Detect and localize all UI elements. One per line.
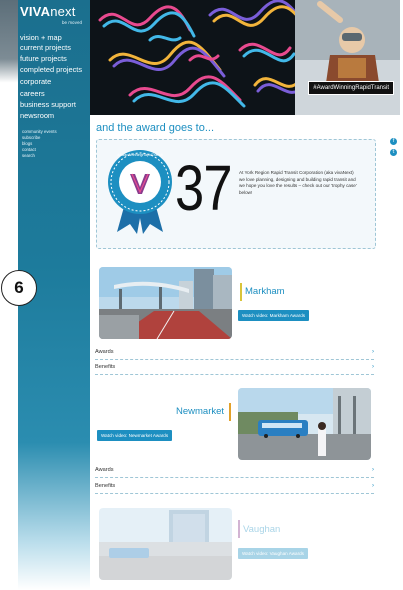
nav-item-completed-projects[interactable]: completed projects (20, 65, 82, 74)
nav-item-careers[interactable]: careers (20, 89, 45, 98)
award-card: #AwardWinningRapidTransit 37 At York Reg… (96, 139, 376, 249)
nav-item-current-projects[interactable]: current projects (20, 43, 71, 52)
markham-photo (99, 267, 232, 339)
newmarket-accent-bar (229, 403, 231, 421)
medal-label: #AwardWinningRapidTransit (117, 153, 162, 157)
vaughan-watch-video-button[interactable]: Watch video: Vaughan Awards (238, 548, 308, 559)
newmarket-awards-row[interactable]: Awards › (95, 463, 374, 478)
nav-item-corporate[interactable]: corporate (20, 77, 51, 86)
chevron-right-icon: › (372, 364, 374, 370)
subnav-contact[interactable]: contact (22, 147, 36, 152)
nav-item-future-projects[interactable]: future projects (20, 54, 67, 63)
nav-item-vision-map[interactable]: vision + map (20, 33, 62, 42)
chevron-right-icon: › (372, 349, 374, 355)
row-label: Awards (95, 467, 114, 473)
newmarket-title: Newmarket (176, 406, 225, 417)
award-hashtag-badge: #AwardWinningRapidTransit (308, 81, 394, 95)
page-number-badge: 6 (1, 270, 37, 306)
vaughan-accent-bar (238, 520, 240, 538)
subnav-subscribe[interactable]: subscribe (22, 135, 40, 140)
markham-benefits-row[interactable]: Benefits › (95, 360, 374, 375)
chevron-right-icon: › (372, 467, 374, 473)
markham-title: Markham (245, 286, 285, 297)
vaughan-title: Vaughan (243, 524, 281, 535)
nav-item-newsroom[interactable]: newsroom (20, 111, 54, 120)
subnav-search[interactable]: search (22, 153, 35, 158)
markham-watch-video-button[interactable]: Watch video: Markham Awards (238, 310, 310, 321)
award-heading: and the award goes to... (96, 122, 215, 134)
markham-awards-row[interactable]: Awards › (95, 345, 374, 360)
newmarket-photo (238, 388, 371, 460)
twitter-icon[interactable]: t (390, 149, 397, 156)
row-label: Awards (95, 349, 114, 355)
hero-image: #AwardWinningRapidTransit (90, 0, 400, 115)
markham-accent-bar (240, 283, 242, 301)
logo-tagline: be moved (62, 20, 82, 25)
award-medal-icon: #AwardWinningRapidTransit (108, 150, 172, 234)
award-count: 37 (175, 152, 233, 224)
vaughan-photo (99, 508, 232, 580)
facebook-icon[interactable]: f (390, 138, 397, 145)
row-label: Benefits (95, 364, 116, 370)
row-label: Benefits (95, 483, 116, 489)
newmarket-benefits-row[interactable]: Benefits › (95, 479, 374, 494)
vivanext-logo[interactable]: VIVAnext (20, 4, 76, 19)
chevron-right-icon: › (372, 483, 374, 489)
subnav-community-events[interactable]: community events (22, 129, 57, 134)
newmarket-watch-video-button[interactable]: Watch video: Newmarket Awards (97, 430, 173, 441)
vaughan-info: Vaughan Watch video: Vaughan Awards (238, 508, 378, 568)
award-description: At York Region Rapid Transit Corporation… (239, 170, 357, 195)
subnav-blogs[interactable]: blogs (22, 141, 32, 146)
nav-item-business-support[interactable]: business support (20, 100, 76, 109)
